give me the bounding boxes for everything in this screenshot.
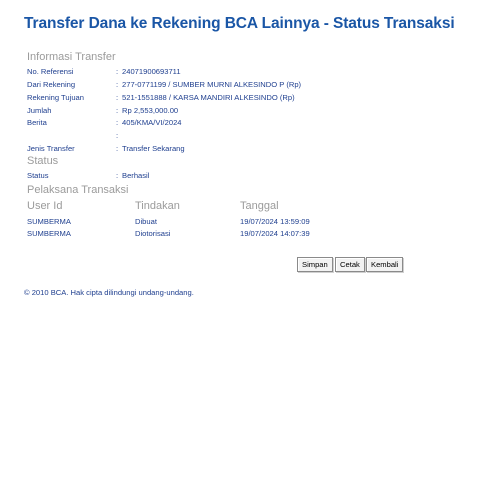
page-title: Transfer Dana ke Rekening BCA Lainnya - …: [24, 15, 455, 32]
info-value: 405/KMA/VI/2024: [122, 118, 182, 127]
info-label: Jumlah: [27, 106, 52, 115]
column-header-tanggal: Tanggal: [240, 200, 279, 212]
colon-separator: :: [116, 67, 119, 76]
cetak-button[interactable]: Cetak: [335, 257, 365, 272]
cell-tindakan: Diotorisasi: [135, 229, 171, 238]
colon-separator: :: [116, 131, 119, 140]
copyright-footer: © 2010 BCA. Hak cipta dilindungi undang-…: [24, 288, 194, 297]
section-heading-status: Status: [27, 155, 59, 167]
colon-separator: :: [116, 171, 119, 180]
info-label: Berita: [27, 118, 47, 127]
colon-separator: :: [116, 118, 119, 127]
column-header-user-id: User Id: [27, 200, 63, 212]
colon-separator: :: [116, 93, 119, 102]
status-value: Berhasil: [122, 171, 150, 180]
colon-separator: :: [116, 80, 119, 89]
section-heading-informasi-transfer: Informasi Transfer: [27, 51, 116, 63]
kembali-button[interactable]: Kembali: [366, 257, 404, 272]
colon-separator: :: [116, 106, 119, 115]
column-header-tindakan: Tindakan: [135, 200, 180, 212]
info-label: No. Referensi: [27, 67, 74, 76]
status-label: Status: [27, 171, 49, 180]
info-label: Dari Rekening: [27, 80, 76, 89]
cell-user-id: SUMBERMA: [27, 229, 71, 238]
info-value: 277-0771199 / SUMBER MURNI ALKESINDO P (…: [122, 80, 302, 89]
colon-separator: :: [116, 144, 119, 153]
info-value: Rp 2,553,000.00: [122, 106, 179, 115]
section-heading-pelaksana-transaksi: Pelaksana Transaksi: [27, 184, 129, 196]
info-value: Transfer Sekarang: [122, 144, 185, 153]
simpan-button[interactable]: Simpan: [297, 257, 333, 272]
cell-tanggal: 19/07/2024 13:59:09: [240, 217, 310, 226]
cell-user-id: SUMBERMA: [27, 217, 71, 226]
info-value: 24071900693711: [122, 67, 181, 76]
info-value: 521-1551888 / KARSA MANDIRI ALKESINDO (R…: [122, 93, 295, 102]
info-label: Jenis Transfer: [27, 144, 75, 153]
cell-tanggal: 19/07/2024 14:07:39: [240, 229, 310, 238]
info-label: Rekening Tujuan: [27, 93, 84, 102]
cell-tindakan: Dibuat: [135, 217, 157, 226]
